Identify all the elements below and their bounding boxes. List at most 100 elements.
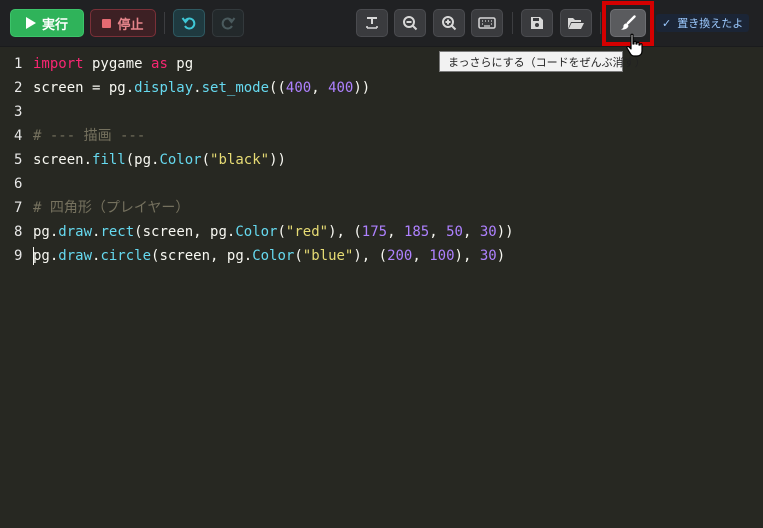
code-token: screen.: [33, 152, 93, 168]
code-token: set_mode: [201, 80, 270, 96]
code-token: ), (: [353, 248, 388, 264]
code-text: screen.fill(pg.Color("black")): [33, 148, 286, 172]
code-token: 400: [285, 80, 312, 96]
code-token: as: [151, 56, 168, 72]
toolbar: 実行 停止 ✓ 置き換えたよ: [0, 0, 763, 47]
code-token: (screen, pg.: [151, 248, 253, 264]
code-token: ,: [412, 248, 430, 264]
code-line[interactable]: 4 # --- 描画 ---: [0, 124, 763, 148]
code-token: rect: [100, 224, 135, 240]
code-token: Color: [252, 248, 295, 264]
code-token: )): [269, 152, 286, 168]
code-token: 400: [328, 80, 354, 96]
status-text: 置き換えたよ: [677, 17, 744, 30]
code-token: 185: [403, 224, 430, 240]
zoom-in-button[interactable]: [433, 9, 465, 37]
run-button[interactable]: 実行: [10, 9, 84, 37]
code-token: 200: [387, 248, 413, 264]
code-token: (screen, pg.: [134, 224, 236, 240]
code-token: pg: [167, 56, 194, 72]
code-token: (: [201, 152, 211, 168]
code-token: "black": [210, 152, 270, 168]
stop-button[interactable]: 停止: [90, 9, 156, 37]
code-token: circle: [100, 248, 152, 264]
run-button-label: 実行: [41, 17, 68, 33]
code-token: ((: [269, 80, 286, 96]
code-token: ,: [387, 224, 404, 240]
code-token: (: [294, 248, 303, 264]
line-number: 1: [14, 56, 23, 72]
line-number: 9: [14, 248, 23, 264]
redo-icon: [221, 17, 236, 30]
code-line[interactable]: 5 screen.fill(pg.Color("black")): [0, 148, 763, 172]
code-line[interactable]: 6: [0, 172, 763, 196]
hand-pointer-cursor-icon: [626, 33, 643, 57]
code-token: ),: [454, 248, 480, 264]
undo-icon: [181, 17, 196, 30]
code-token: pg.: [33, 248, 59, 264]
folder-open-icon: [568, 18, 584, 29]
code-line[interactable]: 8 pg.draw.rect(screen, pg.Color("red"), (…: [0, 220, 763, 244]
code-token: "red": [285, 224, 329, 240]
line-number: 3: [14, 104, 23, 120]
code-text: pg.draw.circle(screen, pg.Color("blue"),…: [33, 244, 505, 268]
code-token: # --- 描画 ---: [33, 128, 146, 144]
code-text: pg.draw.rect(screen, pg.Color("red"), (1…: [33, 220, 514, 244]
code-token: draw: [58, 224, 93, 240]
line-number: 4: [14, 128, 23, 144]
code-token: 50: [446, 224, 463, 240]
toolbar-divider: [512, 12, 513, 34]
line-number: 7: [14, 200, 23, 216]
save-button[interactable]: [521, 9, 553, 37]
code-line[interactable]: 2 screen = pg.display.set_mode((400, 400)…: [0, 76, 763, 100]
code-token: .: [193, 80, 202, 96]
undo-button[interactable]: [173, 9, 205, 37]
play-icon: [25, 17, 36, 29]
redo-button[interactable]: [212, 9, 244, 37]
code-text: screen = pg.display.set_mode((400, 400)): [33, 76, 370, 100]
toolbar-divider: [164, 12, 165, 34]
code-token: Color: [159, 152, 202, 168]
code-text: # --- 描画 ---: [33, 124, 145, 148]
code-token: display: [134, 80, 194, 96]
code-token: ), (: [328, 224, 362, 240]
code-token: Color: [235, 224, 278, 240]
line-number: 2: [14, 80, 23, 96]
text-format-icon: [366, 17, 378, 29]
zoom-out-button[interactable]: [394, 9, 426, 37]
save-icon: [531, 17, 543, 29]
code-token: ,: [311, 80, 329, 96]
code-token: )): [353, 80, 371, 96]
code-token: 100: [429, 248, 455, 264]
code-token: ,: [462, 224, 480, 240]
code-token: screen = pg.: [33, 80, 135, 96]
code-token: "blue": [302, 248, 354, 264]
line-number: 8: [14, 224, 23, 240]
code-token: ,: [429, 224, 447, 240]
code-editor[interactable]: 1 import pygame as pg 2 screen = pg.display…: [0, 52, 763, 268]
keyboard-button[interactable]: [471, 9, 503, 37]
code-line[interactable]: 7 # 四角形（プレイヤー）: [0, 196, 763, 220]
format-button[interactable]: [356, 9, 388, 37]
stop-button-label: 停止: [117, 17, 144, 33]
code-token: (: [277, 224, 286, 240]
line-number: 6: [14, 176, 23, 192]
line-number: 5: [14, 152, 23, 168]
code-token: # 四角形（プレイヤー）: [33, 200, 190, 216]
code-token: 30: [479, 248, 497, 264]
code-line[interactable]: 1 import pygame as pg: [0, 52, 763, 76]
code-token: pygame: [83, 56, 152, 72]
open-file-button[interactable]: [560, 9, 592, 37]
code-token: pg.: [33, 224, 59, 240]
code-line[interactable]: 9 pg.draw.circle(screen, pg.Color("blue")…: [0, 244, 763, 268]
code-token: fill: [92, 152, 126, 168]
code-text: # 四角形（プレイヤー）: [33, 196, 189, 220]
zoom-in-icon: [442, 16, 457, 31]
stop-icon: [102, 18, 112, 28]
code-text: import pygame as pg: [33, 52, 193, 76]
code-line[interactable]: 3: [0, 100, 763, 124]
keyboard-icon: [478, 17, 496, 29]
code-token: )): [496, 224, 514, 240]
text-cursor: [33, 247, 34, 265]
status-message: ✓ 置き換えたよ: [656, 14, 750, 32]
